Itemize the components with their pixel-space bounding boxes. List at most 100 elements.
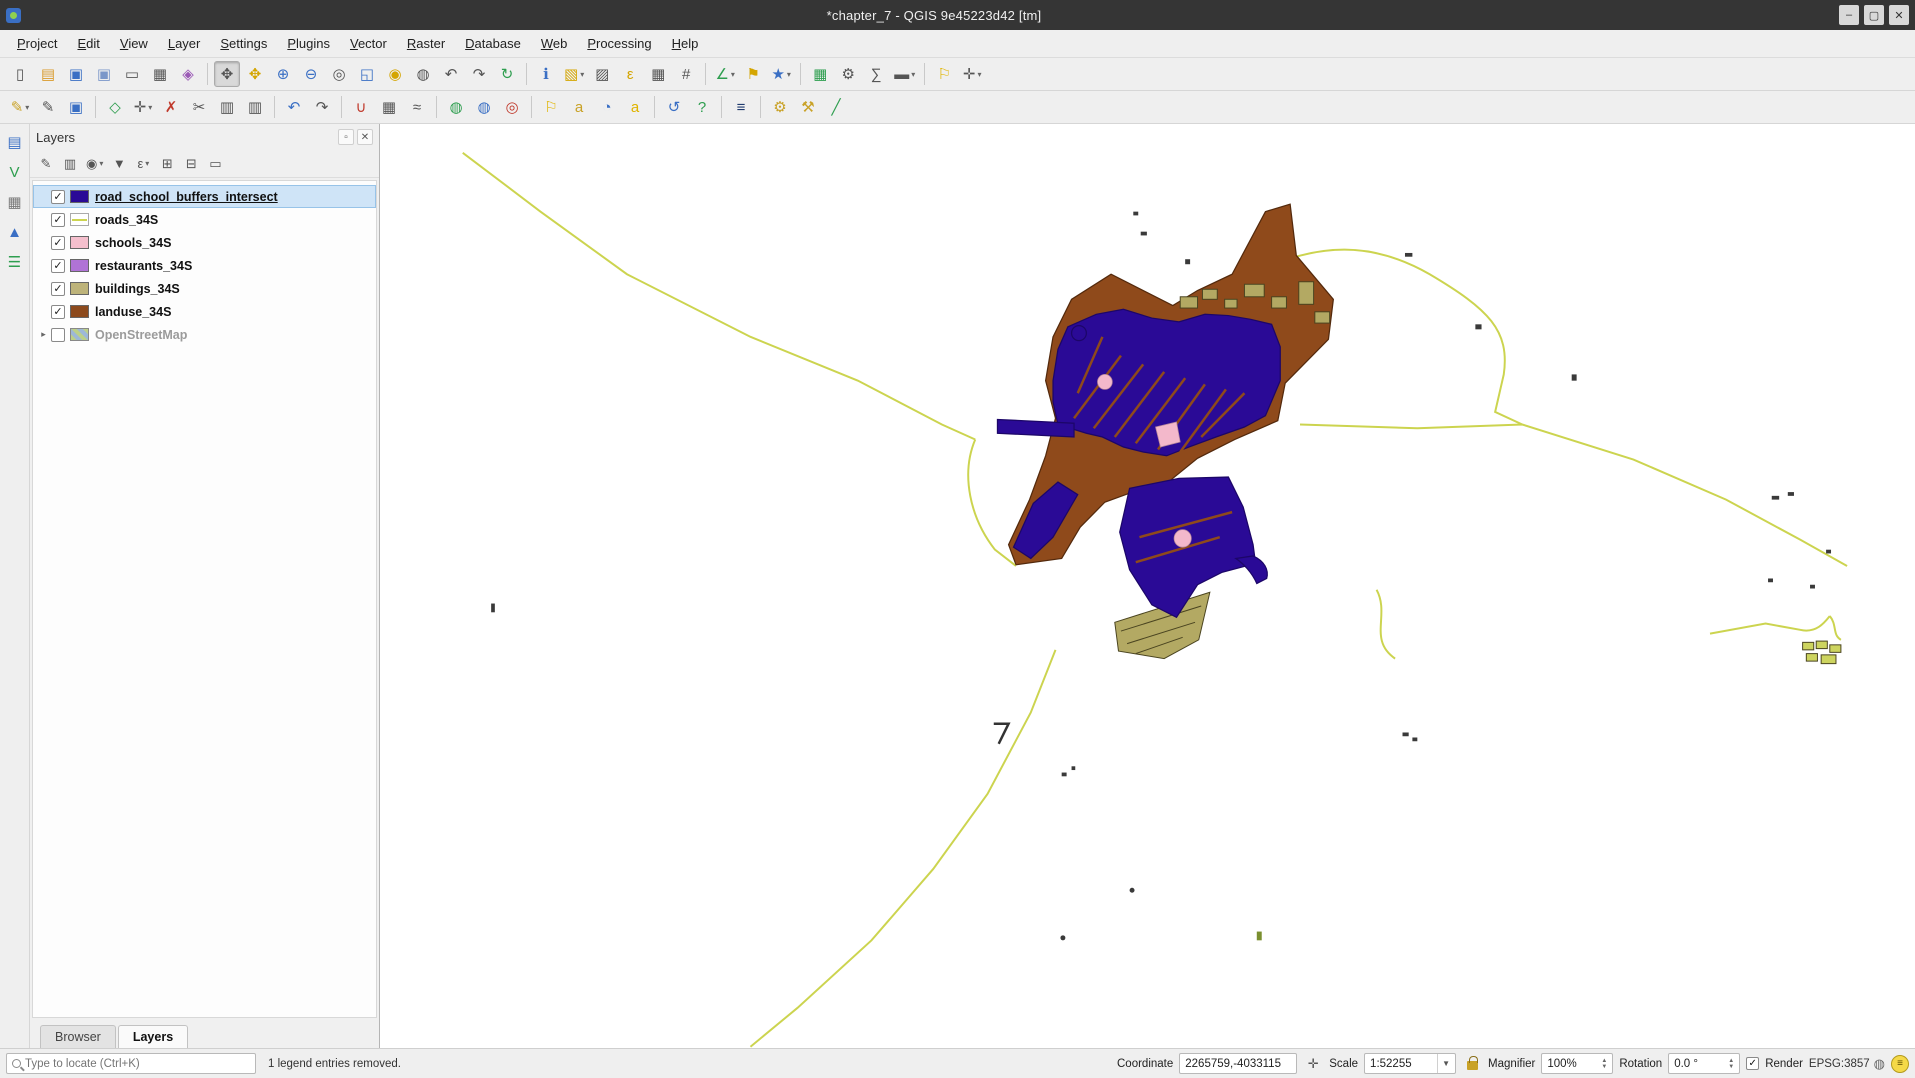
refresh-map-button[interactable]: ↻ xyxy=(494,61,520,87)
magnifier-input[interactable] xyxy=(1547,1058,1597,1070)
minimize-button[interactable]: – xyxy=(1839,5,1859,25)
messages-button[interactable]: ≡ xyxy=(1891,1055,1909,1073)
style-manager-button[interactable]: ◈ xyxy=(175,61,201,87)
menu-project[interactable]: Project xyxy=(8,32,66,55)
statistics-sum-button[interactable]: ∑ xyxy=(863,61,889,87)
help-contents-button[interactable]: ? xyxy=(689,94,715,120)
add-group-button[interactable]: ▥ xyxy=(59,153,81,175)
remove-layer-button[interactable]: ▭ xyxy=(204,153,226,175)
crs-badge[interactable]: EPSG:3857 ◍ xyxy=(1809,1056,1885,1072)
annotation-tools-button[interactable]: ✛▾ xyxy=(959,61,985,87)
zoom-next-button[interactable]: ↷ xyxy=(466,61,492,87)
collapse-all-button[interactable]: ⊟ xyxy=(180,153,202,175)
select-features-button[interactable]: ▧▾ xyxy=(561,61,587,87)
panel-close-button[interactable]: ✕ xyxy=(357,129,373,145)
spinner-arrows-icon[interactable]: ▲▼ xyxy=(1728,1058,1734,1070)
vertex-tool-button[interactable]: ✛▾ xyxy=(130,94,156,120)
snapping-options-button[interactable]: ∪ xyxy=(348,94,374,120)
save-project-button[interactable]: ▣ xyxy=(63,61,89,87)
zoom-full-button[interactable]: ◱ xyxy=(354,61,380,87)
layer-visibility-checkbox[interactable] xyxy=(51,328,65,342)
layer-diagram-button[interactable]: ◔ xyxy=(594,94,620,120)
select-by-expression-button[interactable]: ε xyxy=(617,61,643,87)
attribute-grid-button[interactable]: ▦ xyxy=(807,61,833,87)
layer-visibility-checkbox[interactable]: ✓ xyxy=(51,282,65,296)
layer-expander-icon[interactable]: ▸ xyxy=(36,329,51,340)
filter-by-expression-button[interactable]: ε▾ xyxy=(132,153,154,175)
locator-input[interactable] xyxy=(25,1058,250,1070)
toggle-editing-button[interactable]: ✎ xyxy=(35,94,61,120)
add-polygon-feature-button[interactable]: ◇ xyxy=(102,94,128,120)
layer-visibility-checkbox[interactable]: ✓ xyxy=(51,190,65,204)
coordinate-input[interactable] xyxy=(1185,1058,1291,1070)
scale-combo[interactable]: ▼ xyxy=(1364,1053,1456,1074)
tracing-button[interactable]: ≈ xyxy=(404,94,430,120)
add-delimited-text-layer-button[interactable]: ☰ xyxy=(3,250,27,274)
geolocate-button[interactable]: ◎ xyxy=(499,94,525,120)
layout-manager-button[interactable]: ▦ xyxy=(147,61,173,87)
identify-features-button[interactable]: ℹ xyxy=(533,61,559,87)
extents-icon[interactable]: ✛ xyxy=(1303,1054,1323,1074)
layer-visibility-checkbox[interactable]: ✓ xyxy=(51,259,65,273)
dropdown-arrow-icon[interactable]: ▾ xyxy=(580,70,584,79)
open-layer-styling-button[interactable]: ✎ xyxy=(35,153,57,175)
data-source-manager-button[interactable]: ▤ xyxy=(3,130,27,154)
spinner-arrows-icon[interactable]: ▲▼ xyxy=(1601,1058,1607,1070)
zoom-to-layer-button[interactable]: ◍ xyxy=(410,61,436,87)
osm-download-button[interactable]: ◍ xyxy=(443,94,469,120)
dropdown-arrow-icon[interactable]: ▾ xyxy=(145,159,149,168)
menu-database[interactable]: Database xyxy=(456,32,530,55)
dropdown-arrow-icon[interactable]: ▾ xyxy=(25,103,29,112)
new-print-layout-button[interactable]: ▭ xyxy=(119,61,145,87)
layer-visibility-checkbox[interactable]: ✓ xyxy=(51,236,65,250)
render-checkbox[interactable]: ✓ xyxy=(1746,1057,1759,1070)
maximize-button[interactable]: ▢ xyxy=(1864,5,1884,25)
layer-item-OpenStreetMap[interactable]: ▸OpenStreetMap xyxy=(33,323,376,346)
menu-raster[interactable]: Raster xyxy=(398,32,454,55)
layer-labeling-button[interactable]: a xyxy=(566,94,592,120)
layer-label[interactable]: landuse_34S xyxy=(95,305,171,319)
layer-label[interactable]: schools_34S xyxy=(95,236,171,250)
menu-web[interactable]: Web xyxy=(532,32,577,55)
zoom-out-button[interactable]: ⊖ xyxy=(298,61,324,87)
tab-layers[interactable]: Layers xyxy=(118,1025,188,1048)
measure-button[interactable]: ∠▾ xyxy=(712,61,738,87)
layer-visibility-checkbox[interactable]: ✓ xyxy=(51,213,65,227)
add-raster-layer-button[interactable]: ▦ xyxy=(3,190,27,214)
zoom-in-button[interactable]: ⊕ xyxy=(270,61,296,87)
layer-item-road_school_buffers_intersect[interactable]: ✓road_school_buffers_intersect xyxy=(33,185,376,208)
deselect-features-button[interactable]: ▨ xyxy=(589,61,615,87)
dropdown-arrow-icon[interactable]: ▾ xyxy=(978,70,982,79)
layer-item-roads_34S[interactable]: ✓ roads_34S xyxy=(33,208,376,231)
refresh-plugin-button[interactable]: ↺ xyxy=(661,94,687,120)
coordinate-box[interactable] xyxy=(1179,1053,1297,1074)
menu-processing[interactable]: Processing xyxy=(578,32,660,55)
current-edits-button[interactable]: ✎▾ xyxy=(7,94,33,120)
menu-vector[interactable]: Vector xyxy=(341,32,396,55)
zoom-to-selection-button[interactable]: ◉ xyxy=(382,61,408,87)
expand-all-button[interactable]: ⊞ xyxy=(156,153,178,175)
add-mesh-layer-button[interactable]: ▲ xyxy=(3,220,27,244)
metasearch-button[interactable]: ◍ xyxy=(471,94,497,120)
layer-label[interactable]: roads_34S xyxy=(95,213,158,227)
menu-plugins[interactable]: Plugins xyxy=(278,32,339,55)
label-pin-button[interactable]: ⚐ xyxy=(538,94,564,120)
options-gear-button[interactable]: ⚙ xyxy=(835,61,861,87)
vector-split-button[interactable]: ╱ xyxy=(823,94,849,120)
panel-float-button[interactable]: ▫ xyxy=(338,129,354,145)
zoom-last-button[interactable]: ↶ xyxy=(438,61,464,87)
pan-to-selection-button[interactable]: ✥ xyxy=(242,61,268,87)
menu-view[interactable]: View xyxy=(111,32,157,55)
chevron-down-icon[interactable]: ▼ xyxy=(1437,1054,1450,1073)
highlight-labels-button[interactable]: a xyxy=(622,94,648,120)
close-button[interactable]: ✕ xyxy=(1889,5,1909,25)
save-layer-edits-button[interactable]: ▣ xyxy=(63,94,89,120)
field-calculator-button[interactable]: # xyxy=(673,61,699,87)
copy-features-button[interactable]: ▥ xyxy=(214,94,240,120)
new-project-button[interactable]: ▯ xyxy=(7,61,33,87)
redo-button[interactable]: ↷ xyxy=(309,94,335,120)
topology-checker-button[interactable]: ▦ xyxy=(376,94,402,120)
cut-features-button[interactable]: ✂ xyxy=(186,94,212,120)
paste-features-button[interactable]: ▥ xyxy=(242,94,268,120)
lock-scale-button[interactable] xyxy=(1462,1054,1482,1074)
